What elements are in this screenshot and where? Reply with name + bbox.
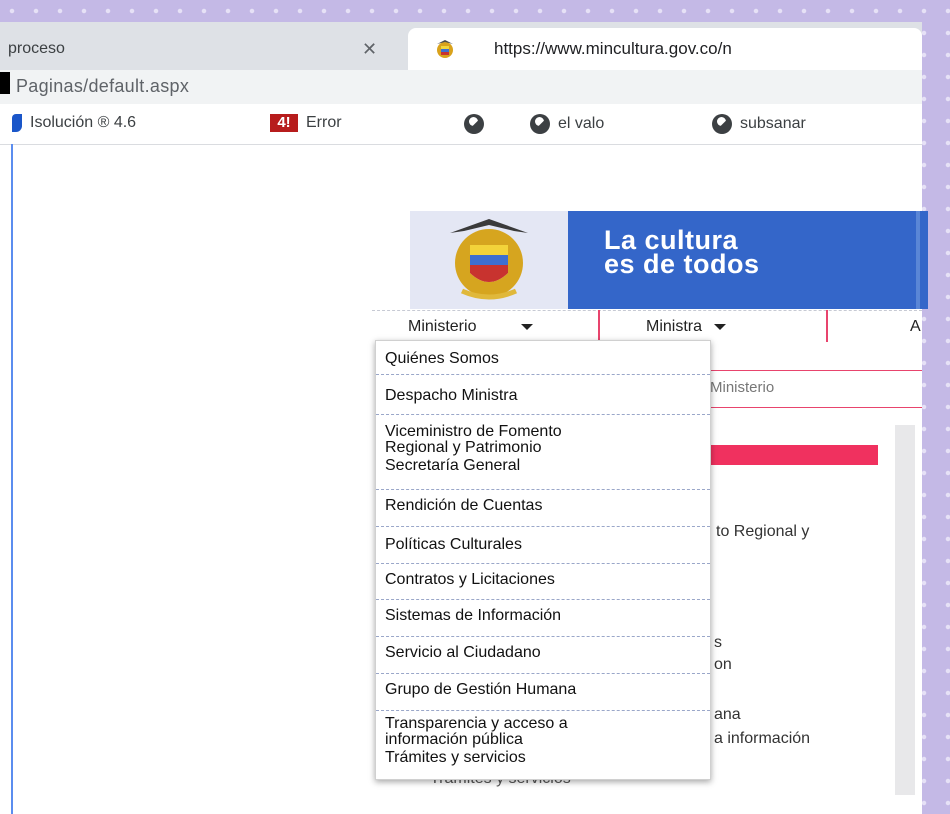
menu-item-label: Quiénes Somos <box>385 350 499 367</box>
menu-item-viceministro[interactable]: Viceministro de Fomento Regional y Patri… <box>376 415 710 456</box>
menu-item-label: Despacho Ministra <box>385 387 518 404</box>
bookmark-subsanar[interactable]: subsanar <box>712 114 806 134</box>
bookmark-label: Error <box>306 114 342 131</box>
menu-item-label: Rendición de Cuentas <box>385 497 543 514</box>
nav-separator <box>598 310 600 342</box>
slogan: La cultura es de todos <box>604 227 760 279</box>
bookmark-isolucion[interactable]: Isolución ® 4.6 <box>12 114 136 132</box>
menu-item-label: Viceministro de Fomento <box>385 423 562 440</box>
menu-item-label: Grupo de Gestión Humana <box>385 681 577 698</box>
menu-item-transparencia[interactable]: Transparencia y acceso a información púb… <box>376 711 710 748</box>
nav-label: A <box>910 318 921 335</box>
caret-down-icon <box>520 323 533 330</box>
bookmarks-bar: Isolución ® 4.6 4! Error el valo subsana… <box>0 104 922 145</box>
menu-item-label: Servicio al Ciudadano <box>385 644 541 661</box>
menu-item-label: información pública <box>385 731 523 748</box>
menu-item-label: Transparencia y acceso a <box>385 715 568 732</box>
menu-item-label: Contratos y Licitaciones <box>385 571 555 588</box>
nav-top-border <box>372 310 922 311</box>
page-text-ana[interactable]: ana <box>714 706 741 724</box>
menu-item-label: Trámites y servicios <box>385 749 526 766</box>
url-text[interactable]: Paginas/default.aspx <box>16 76 189 97</box>
bookmark-label: el valo <box>558 115 605 132</box>
page-left-border <box>11 144 13 814</box>
globe-icon <box>464 114 484 134</box>
bookmark-label: Isolución ® 4.6 <box>30 114 137 131</box>
menu-item-label: Regional y Patrimonio <box>385 439 542 456</box>
menu-item-quienes-somos[interactable]: Quiénes Somos <box>376 341 710 375</box>
tab-mincultura[interactable]: https://www.mincultura.gov.co/n <box>408 28 922 70</box>
bookmark-label: subsanar <box>740 115 806 132</box>
ministerio-dropdown-menu: Quiénes Somos Despacho Ministra Vicemini… <box>375 340 711 780</box>
tab-strip: proceso ✕ https://www.mincultura.gov.co/… <box>0 22 922 70</box>
menu-item-sistemas-informacion[interactable]: Sistemas de Información <box>376 600 710 637</box>
tab-title: https://www.mincultura.gov.co/n <box>494 39 732 58</box>
page-text-s[interactable]: s <box>714 634 722 652</box>
nav-label: Ministra <box>646 318 703 335</box>
menu-item-contratos[interactable]: Contratos y Licitaciones <box>376 564 710 600</box>
nav-label: Ministerio <box>408 318 477 335</box>
menu-item-rendicion-cuentas[interactable]: Rendición de Cuentas <box>376 490 710 527</box>
page-text-on[interactable]: on <box>714 656 732 674</box>
globe-icon <box>712 114 732 134</box>
menu-item-tramites[interactable]: Trámites y servicios <box>376 748 710 778</box>
nav-ministra[interactable]: Ministra <box>646 318 727 336</box>
section-header-bar <box>700 445 878 465</box>
menu-item-servicio-ciudadano[interactable]: Servicio al Ciudadano <box>376 637 710 674</box>
menu-item-label: Sistemas de Información <box>385 607 562 624</box>
coat-of-arms-logo[interactable] <box>410 211 568 309</box>
nav-ministerio[interactable]: Ministerio <box>408 318 533 336</box>
bookmark-globe[interactable] <box>464 114 492 134</box>
isolucion-icon <box>12 114 22 132</box>
address-bar[interactable]: Paginas/default.aspx <box>0 70 922 104</box>
menu-item-secretaria-general[interactable]: Secretaría General <box>376 456 710 490</box>
page-text-informacion[interactable]: a información <box>714 730 810 748</box>
caret-down-icon <box>714 323 727 330</box>
breadcrumb-text: Ministerio <box>710 379 775 396</box>
sidebar-panel <box>895 425 915 795</box>
tab-proceso[interactable]: proceso ✕ <box>0 28 400 70</box>
menu-item-despacho-ministra[interactable]: Despacho Ministra <box>376 375 710 415</box>
menu-item-gestion-humana[interactable]: Grupo de Gestión Humana <box>376 674 710 711</box>
close-icon[interactable]: ✕ <box>362 39 377 60</box>
bookmark-el-valo[interactable]: el valo <box>530 114 604 134</box>
nav-item-a[interactable]: A <box>910 318 921 336</box>
cursor-mark <box>0 72 10 94</box>
tab-title: proceso <box>8 40 65 57</box>
error-logo-icon: 4! <box>270 114 298 132</box>
page-text-regional[interactable]: to Regional y <box>716 523 809 541</box>
bookmark-error[interactable]: 4! Error <box>270 114 342 132</box>
coat-of-arms-icon <box>450 219 528 300</box>
nav-separator <box>826 310 828 342</box>
menu-item-politicas-culturales[interactable]: Políticas Culturales <box>376 527 710 564</box>
slogan-line-2: es de todos <box>604 249 760 279</box>
menu-item-label: Políticas Culturales <box>385 536 522 553</box>
globe-icon <box>530 114 550 134</box>
banner-edge <box>916 211 920 309</box>
coat-of-arms-favicon-icon <box>437 40 453 58</box>
menu-item-label: Secretaría General <box>385 457 521 474</box>
